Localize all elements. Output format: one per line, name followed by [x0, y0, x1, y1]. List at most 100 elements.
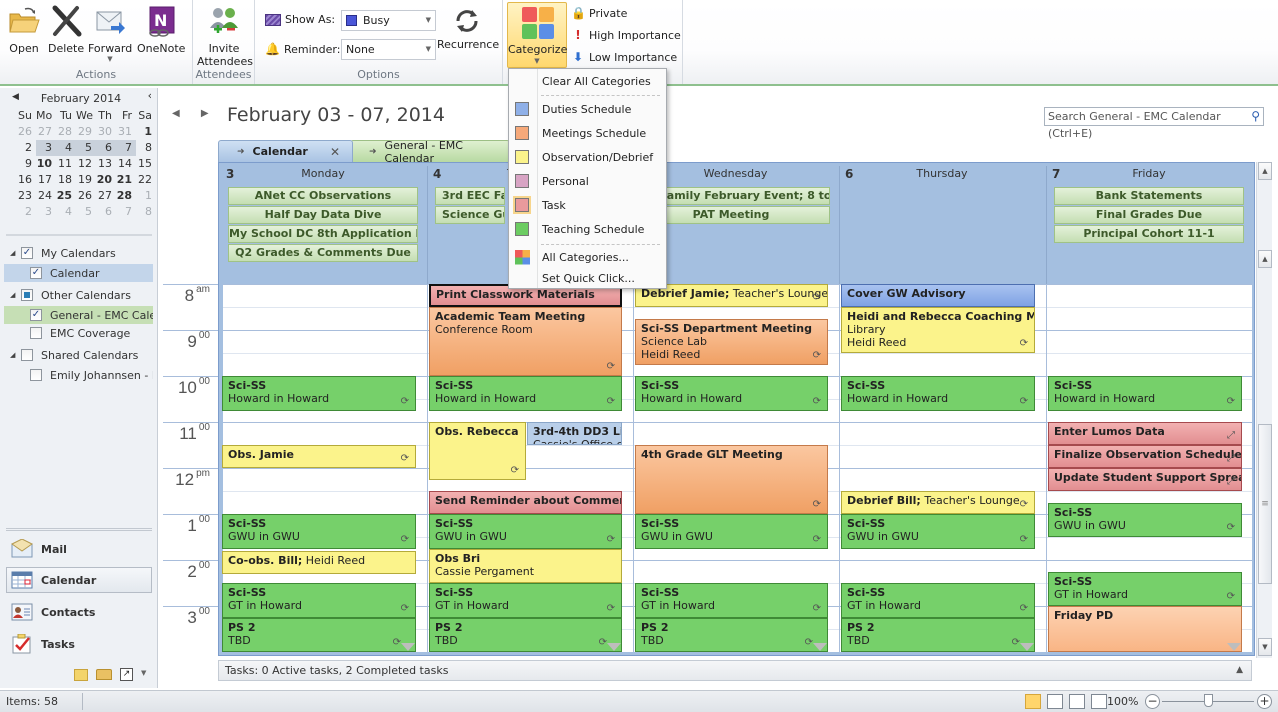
nav-contacts[interactable]: Contacts [6, 599, 152, 625]
close-icon[interactable]: ✕ [330, 145, 340, 159]
checkbox-unchecked[interactable] [21, 349, 33, 361]
mini-cal-day[interactable]: 26 [16, 124, 36, 140]
invite-attendees-button[interactable]: Invite Attendees [197, 4, 253, 68]
expand-triangle-icon[interactable]: ◢ [10, 249, 15, 257]
mini-cal-day[interactable]: 21 [116, 172, 136, 188]
mini-cal-day[interactable]: 20 [96, 172, 116, 188]
low-importance-button[interactable]: ⬇ Low Importance [571, 50, 677, 64]
appointment[interactable]: Obs. Rebecca ⟳ [429, 422, 526, 480]
all-day-event[interactable]: Q2 Grades & Comments Due [228, 244, 418, 262]
all-day-event[interactable]: Final Grades Due [1054, 206, 1244, 224]
show-as-select[interactable]: Busy ▼ [341, 10, 436, 31]
onenote-button[interactable]: N OneNote [137, 4, 185, 55]
reading-view-icon[interactable] [1091, 694, 1107, 709]
overlay-arrow-icon[interactable]: ➜ [237, 147, 245, 157]
appointment[interactable]: Sci-SS GWU in GWU ⟳ [429, 514, 622, 549]
menu-clear-all-categories[interactable]: Clear All Categories [509, 70, 666, 92]
vertical-scrollbar[interactable]: ▲ ▲ ≡ ▼ [1256, 162, 1272, 658]
mini-cal-day[interactable]: 2 [16, 140, 36, 156]
collapse-pane-icon[interactable]: ‹ [148, 89, 152, 102]
appointment[interactable]: Sci-SS Howard in Howard ⟳ [222, 376, 416, 411]
mini-cal-day[interactable]: 1 [136, 188, 156, 204]
appointment[interactable]: Obs Bri Cassie Pergament [429, 548, 622, 583]
mini-cal-prev-icon[interactable]: ◀ [12, 92, 19, 102]
mini-cal-day[interactable]: 30 [96, 124, 116, 140]
recurrence-button[interactable]: Recurrence [437, 4, 499, 51]
mini-cal-day[interactable]: 4 [56, 140, 76, 156]
appointment[interactable]: Finalize Observation Schedule for⤢ [1048, 445, 1242, 468]
checkbox-unchecked[interactable] [30, 369, 42, 381]
mini-cal-day[interactable]: 28 [56, 124, 76, 140]
all-day-event[interactable]: 3rd EEC Family [435, 187, 505, 205]
notes-icon[interactable] [74, 669, 88, 681]
overlay-arrow-icon[interactable]: ➜ [369, 147, 377, 157]
appointment[interactable]: Sci-SS GWU in GWU ⟳ [841, 514, 1035, 549]
mini-cal-day[interactable]: 27 [36, 124, 56, 140]
appointment[interactable]: Sci-SS Howard in Howard ⟳ [635, 376, 828, 411]
zoom-in-icon[interactable]: + [1257, 694, 1272, 709]
mini-cal-day[interactable]: 1 [136, 124, 156, 140]
zoom-out-icon[interactable]: − [1145, 694, 1160, 709]
mini-cal-day[interactable]: 6 [96, 204, 116, 220]
delete-button[interactable]: Delete [48, 4, 84, 55]
shortcuts-icon[interactable]: ↗ [120, 668, 133, 681]
appointment[interactable]: Co-obs. Bill; Heidi Reed [222, 550, 416, 574]
scroll-up-icon[interactable]: ▲ [1258, 250, 1272, 268]
appointment[interactable]: PS 2 TBD ⟳ [841, 617, 1035, 652]
open-button[interactable]: Open [6, 4, 42, 55]
private-button[interactable]: 🔒 Private [571, 6, 627, 20]
mini-cal-day[interactable]: 10 [36, 156, 56, 172]
mini-cal-day[interactable]: 8 [136, 140, 156, 156]
mini-cal-day[interactable]: 9 [16, 156, 36, 172]
mini-cal-day[interactable]: 16 [16, 172, 36, 188]
normal-view-icon[interactable] [1025, 694, 1041, 709]
schedule-view-icon[interactable] [1069, 694, 1085, 709]
all-day-event[interactable]: Principal Cohort 11-1 [1054, 225, 1244, 243]
mini-cal-day[interactable]: 8 [136, 204, 156, 220]
folder-list-icon[interactable] [96, 669, 112, 680]
mini-cal-day[interactable]: 3 [36, 204, 56, 220]
appointment[interactable]: PS 2 TBD ⟳ [222, 617, 416, 652]
appointment[interactable]: Sci-SS GWU in GWU ⟳ [635, 514, 828, 549]
expand-triangle-icon[interactable]: ◢ [10, 351, 15, 359]
zoom-slider-thumb[interactable] [1204, 694, 1213, 707]
appointment[interactable]: Enter Lumos Data ⤢ [1048, 422, 1242, 445]
prev-week-icon[interactable]: ◀ [172, 108, 180, 119]
mini-cal-day[interactable]: 31 [116, 124, 136, 140]
mini-cal-day[interactable]: 24 [36, 188, 56, 204]
expand-triangle-icon[interactable]: ◢ [10, 291, 15, 299]
appointment[interactable]: Sci-SS GT in Howard ⟳ [429, 583, 622, 618]
tree-emc-coverage[interactable]: EMC Coverage [4, 324, 153, 342]
all-day-event[interactable]: Bank Statements [1054, 187, 1244, 205]
appointment[interactable]: Sci-SS Howard in Howard ⟳ [841, 376, 1035, 411]
tab-general-emc-calendar[interactable]: ➜ General - EMC Calendar [350, 139, 510, 165]
appointment[interactable]: Sci-SS GT in Howard ⟳ [1048, 571, 1242, 606]
tasks-bar[interactable]: Tasks: 0 Active tasks, 2 Completed tasks… [218, 660, 1252, 681]
mini-cal-day[interactable]: 26 [76, 188, 96, 204]
calendar-view-icon[interactable] [1047, 694, 1063, 709]
mini-cal-day[interactable]: 27 [96, 188, 116, 204]
day-header[interactable]: 7 Friday [1046, 165, 1252, 183]
tree-general-emc-calendar[interactable]: ✓ General - EMC Calendar [4, 306, 153, 324]
search-icon[interactable]: ⚲ [1251, 108, 1260, 125]
day-header[interactable]: 3 Monday [220, 165, 426, 183]
appointment[interactable]: Sci-SS GT in Howard ⟳ [222, 583, 416, 618]
menu-category-teaching-schedule[interactable]: Teaching Schedule [509, 218, 666, 240]
categorize-button[interactable]: Categorize ▼ [507, 2, 567, 68]
appointment[interactable]: 3rd-4th DD3 LiteracyCassie's Office orCa… [527, 422, 622, 445]
appointment[interactable]: Academic Team Meeting Conference Room ⟳ [429, 307, 622, 376]
nav-tasks[interactable]: Tasks [6, 631, 152, 657]
mini-cal-day[interactable]: 6 [96, 140, 116, 156]
checkbox-partial[interactable] [21, 289, 33, 301]
configure-buttons-icon[interactable]: ▼ [141, 669, 157, 683]
more-items-arrow-icon[interactable] [813, 643, 827, 651]
mini-cal-day[interactable]: 15 [136, 156, 156, 172]
appointment[interactable]: Heidi and Rebecca Coaching MeetingLibrar… [841, 307, 1035, 353]
mini-cal-day[interactable]: 19 [76, 172, 96, 188]
tree-calendar[interactable]: ✓ Calendar [4, 264, 153, 282]
appointment[interactable]: PS 2 TBD ⟳ [635, 617, 828, 652]
mini-cal-day[interactable]: 5 [76, 140, 96, 156]
appointment[interactable]: Sci-SS GT in Howard ⟳ [841, 583, 1035, 618]
menu-category-meetings-schedule[interactable]: Meetings Schedule [509, 122, 666, 144]
more-items-arrow-icon[interactable] [1227, 643, 1241, 651]
